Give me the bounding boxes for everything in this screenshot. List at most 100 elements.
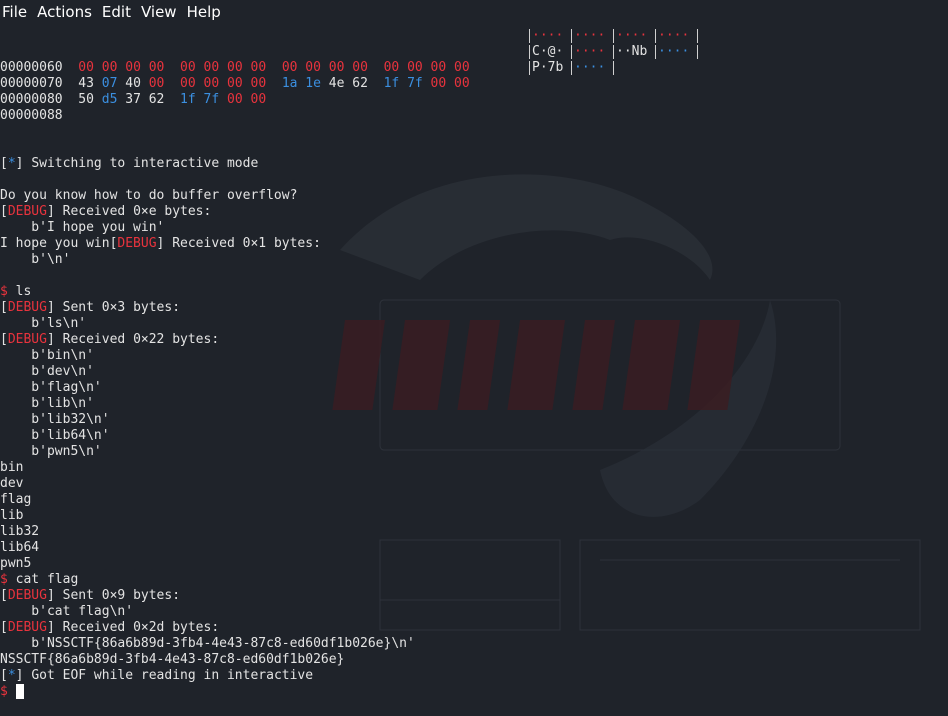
bracket-close: ] <box>156 236 173 251</box>
ascii-separator <box>529 61 530 75</box>
ascii-group: ···· <box>574 44 606 59</box>
hex-byte: 00 <box>250 60 267 75</box>
command-text: cat flag <box>15 572 79 587</box>
hex-byte: 00 <box>148 76 165 91</box>
hex-byte: 43 <box>78 76 94 91</box>
output-text: NSSCTF{86a6b89d-3fb4-4e43-87c8-ed60df1b0… <box>0 652 345 667</box>
terminal-line: NSSCTF{86a6b89d-3fb4-4e43-87c8-ed60df1b0… <box>0 652 948 668</box>
output-text: lib32 <box>0 524 40 539</box>
ascii-group: ···· <box>574 28 606 43</box>
terminal-line: $ cat flag <box>0 572 948 588</box>
debug-text: Sent 0×9 bytes: <box>62 588 181 603</box>
hex-byte: d5 <box>101 92 118 107</box>
ascii-separator <box>613 61 614 75</box>
hex-byte: 00 <box>180 60 196 75</box>
hex-byte: 1e <box>305 76 321 91</box>
menu-view[interactable]: View <box>137 3 183 21</box>
hex-byte: 7f <box>407 76 423 91</box>
debug-marker: DEBUG <box>117 236 157 251</box>
bracket-open: [ <box>0 620 8 635</box>
debug-marker: DEBUG <box>7 204 47 219</box>
terminal-line: b'NSSCTF{86a6b89d-3fb4-4e43-87c8-ed60df1… <box>0 636 948 652</box>
output-text: bin <box>0 460 24 475</box>
menu-file[interactable]: File <box>0 3 33 21</box>
terminal-output[interactable]: 00000060 00 00 00 00 00 00 00 00 00 00 0… <box>0 28 948 699</box>
terminal-line: b'cat flag\n' <box>0 604 948 620</box>
terminal-line: b'bin\n' <box>0 348 948 364</box>
terminal-line: b'I hope you win' <box>0 220 948 236</box>
bracket-open: [ <box>0 156 8 171</box>
debug-marker: DEBUG <box>7 300 47 315</box>
ascii-group: ···· <box>658 44 690 59</box>
terminal-line: [DEBUG] Received 0×22 bytes: <box>0 332 948 348</box>
output-text: lib64 <box>0 540 40 555</box>
hex-address: 00000088 <box>0 108 63 123</box>
ascii-separator <box>655 45 656 59</box>
ascii-separator <box>571 61 572 75</box>
output-text: b'bin\n' <box>0 348 94 363</box>
menu-actions[interactable]: Actions <box>33 3 98 21</box>
terminal-line: b'flag\n' <box>0 380 948 396</box>
hex-byte: 00 <box>454 60 470 75</box>
info-marker: * <box>7 156 16 171</box>
debug-text: Received 0×1 bytes: <box>172 236 321 251</box>
hex-byte: 00 <box>430 60 447 75</box>
hex-byte: 37 <box>125 92 141 107</box>
output-text: b'flag\n' <box>0 380 102 395</box>
menu-edit[interactable]: Edit <box>98 3 137 21</box>
hex-byte: 7f <box>203 92 220 107</box>
output-text: b'cat flag\n' <box>0 604 134 619</box>
output-text: b'I hope you win' <box>0 220 165 235</box>
ascii-separator <box>697 45 698 59</box>
debug-text: Received 0×2d bytes: <box>62 620 220 635</box>
output-text: flag <box>0 492 32 507</box>
ascii-separator <box>655 29 656 43</box>
terminal-line: Do you know how to do buffer overflow? <box>0 188 948 204</box>
terminal-line: [DEBUG] Sent 0×3 bytes: <box>0 300 948 316</box>
bracket-open: [ <box>0 332 8 347</box>
hex-byte: 00 <box>352 60 368 75</box>
terminal-line: b'dev\n' <box>0 364 948 380</box>
terminal-line: b'lib32\n' <box>0 412 948 428</box>
hex-byte: 40 <box>125 76 141 91</box>
hex-byte: 00 <box>227 92 243 107</box>
prompt-symbol: $ <box>0 284 8 299</box>
hex-byte: 00 <box>383 60 400 75</box>
debug-marker: DEBUG <box>7 620 47 635</box>
prompt-symbol: $ <box>0 684 8 699</box>
prompt-symbol: $ <box>0 572 8 587</box>
command-text: ls <box>15 284 32 299</box>
hex-byte: 00 <box>203 60 220 75</box>
output-text: b'NSSCTF{86a6b89d-3fb4-4e43-87c8-ed60df1… <box>0 636 415 651</box>
bracket-close: ] <box>46 204 63 219</box>
program-output: I hope you win <box>0 236 110 251</box>
hex-address: 00000060 <box>0 60 63 75</box>
debug-text: Received 0×22 bytes: <box>62 332 220 347</box>
hex-byte: 00 <box>148 60 165 75</box>
terminal-cursor <box>15 684 24 699</box>
terminal-line: lib <box>0 508 948 524</box>
output-text: b'lib64\n' <box>0 428 110 443</box>
hex-byte: 4e <box>328 76 345 91</box>
bracket-close: ] <box>46 620 63 635</box>
terminal-line: lib32 <box>0 524 948 540</box>
terminal-line: b'lib64\n' <box>0 428 948 444</box>
ascii-separator <box>613 45 614 59</box>
info-text: Got EOF while reading in interactive <box>31 668 314 683</box>
bracket-close: ] <box>46 332 63 347</box>
terminal-line: [DEBUG] Sent 0×9 bytes: <box>0 588 948 604</box>
ascii-group: C·@· <box>532 44 564 59</box>
terminal-line: lib64 <box>0 540 948 556</box>
hex-byte: 00 <box>180 76 196 91</box>
output-text: b'dev\n' <box>0 364 94 379</box>
ascii-separator <box>571 29 572 43</box>
terminal-line: $ <box>0 684 948 700</box>
hex-byte: 00 <box>203 76 220 91</box>
debug-text: Sent 0×3 bytes: <box>62 300 181 315</box>
output-text: b'pwn5\n' <box>0 444 102 459</box>
hexdump: 00000060 00 00 00 00 00 00 00 00 00 00 0… <box>0 60 948 124</box>
terminal-line: [DEBUG] Received 0×e bytes: <box>0 204 948 220</box>
menu-help[interactable]: Help <box>183 3 227 21</box>
hex-byte: 00 <box>250 76 267 91</box>
